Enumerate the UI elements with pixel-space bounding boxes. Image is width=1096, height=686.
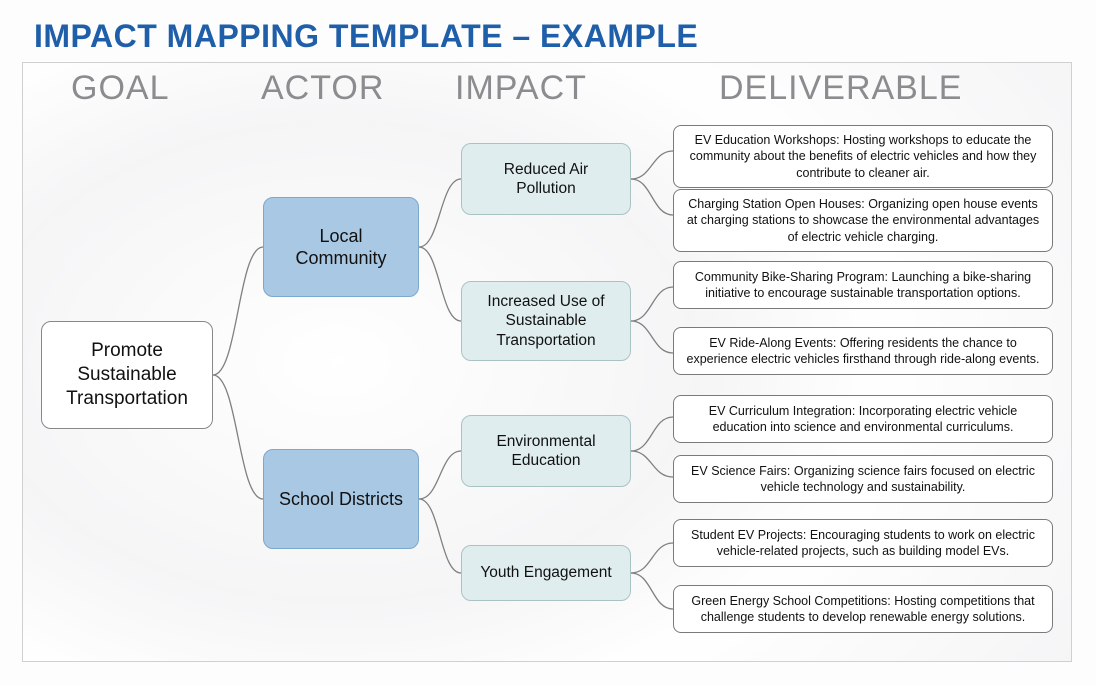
- goal-node: Promote Sustainable Transportation: [41, 321, 213, 429]
- deliverable-node: Charging Station Open Houses: Organizing…: [673, 189, 1053, 252]
- actor-node-local-community: Local Community: [263, 197, 419, 297]
- header-impact: IMPACT: [455, 69, 587, 108]
- impact-node-environmental-education: Environmental Education: [461, 415, 631, 487]
- deliverable-node: Community Bike-Sharing Program: Launchin…: [673, 261, 1053, 309]
- impact-node-sustainable-transport: Increased Use of Sustainable Transportat…: [461, 281, 631, 361]
- deliverable-node: EV Ride-Along Events: Offering residents…: [673, 327, 1053, 375]
- header-deliverable: DELIVERABLE: [719, 69, 962, 108]
- header-actor: ACTOR: [261, 69, 384, 108]
- impact-node-reduced-air-pollution: Reduced Air Pollution: [461, 143, 631, 215]
- deliverable-node: EV Science Fairs: Organizing science fai…: [673, 455, 1053, 503]
- header-goal: GOAL: [71, 69, 169, 108]
- deliverable-node: Green Energy School Competitions: Hostin…: [673, 585, 1053, 633]
- actor-node-school-districts: School Districts: [263, 449, 419, 549]
- diagram-canvas: GOAL ACTOR IMPACT DELIVERABLE Promote Su…: [22, 62, 1072, 662]
- deliverable-node: EV Curriculum Integration: Incorporating…: [673, 395, 1053, 443]
- impact-node-youth-engagement: Youth Engagement: [461, 545, 631, 601]
- deliverable-node: Student EV Projects: Encouraging student…: [673, 519, 1053, 567]
- deliverable-node: EV Education Workshops: Hosting workshop…: [673, 125, 1053, 188]
- page-title: IMPACT MAPPING TEMPLATE – EXAMPLE: [0, 0, 1096, 63]
